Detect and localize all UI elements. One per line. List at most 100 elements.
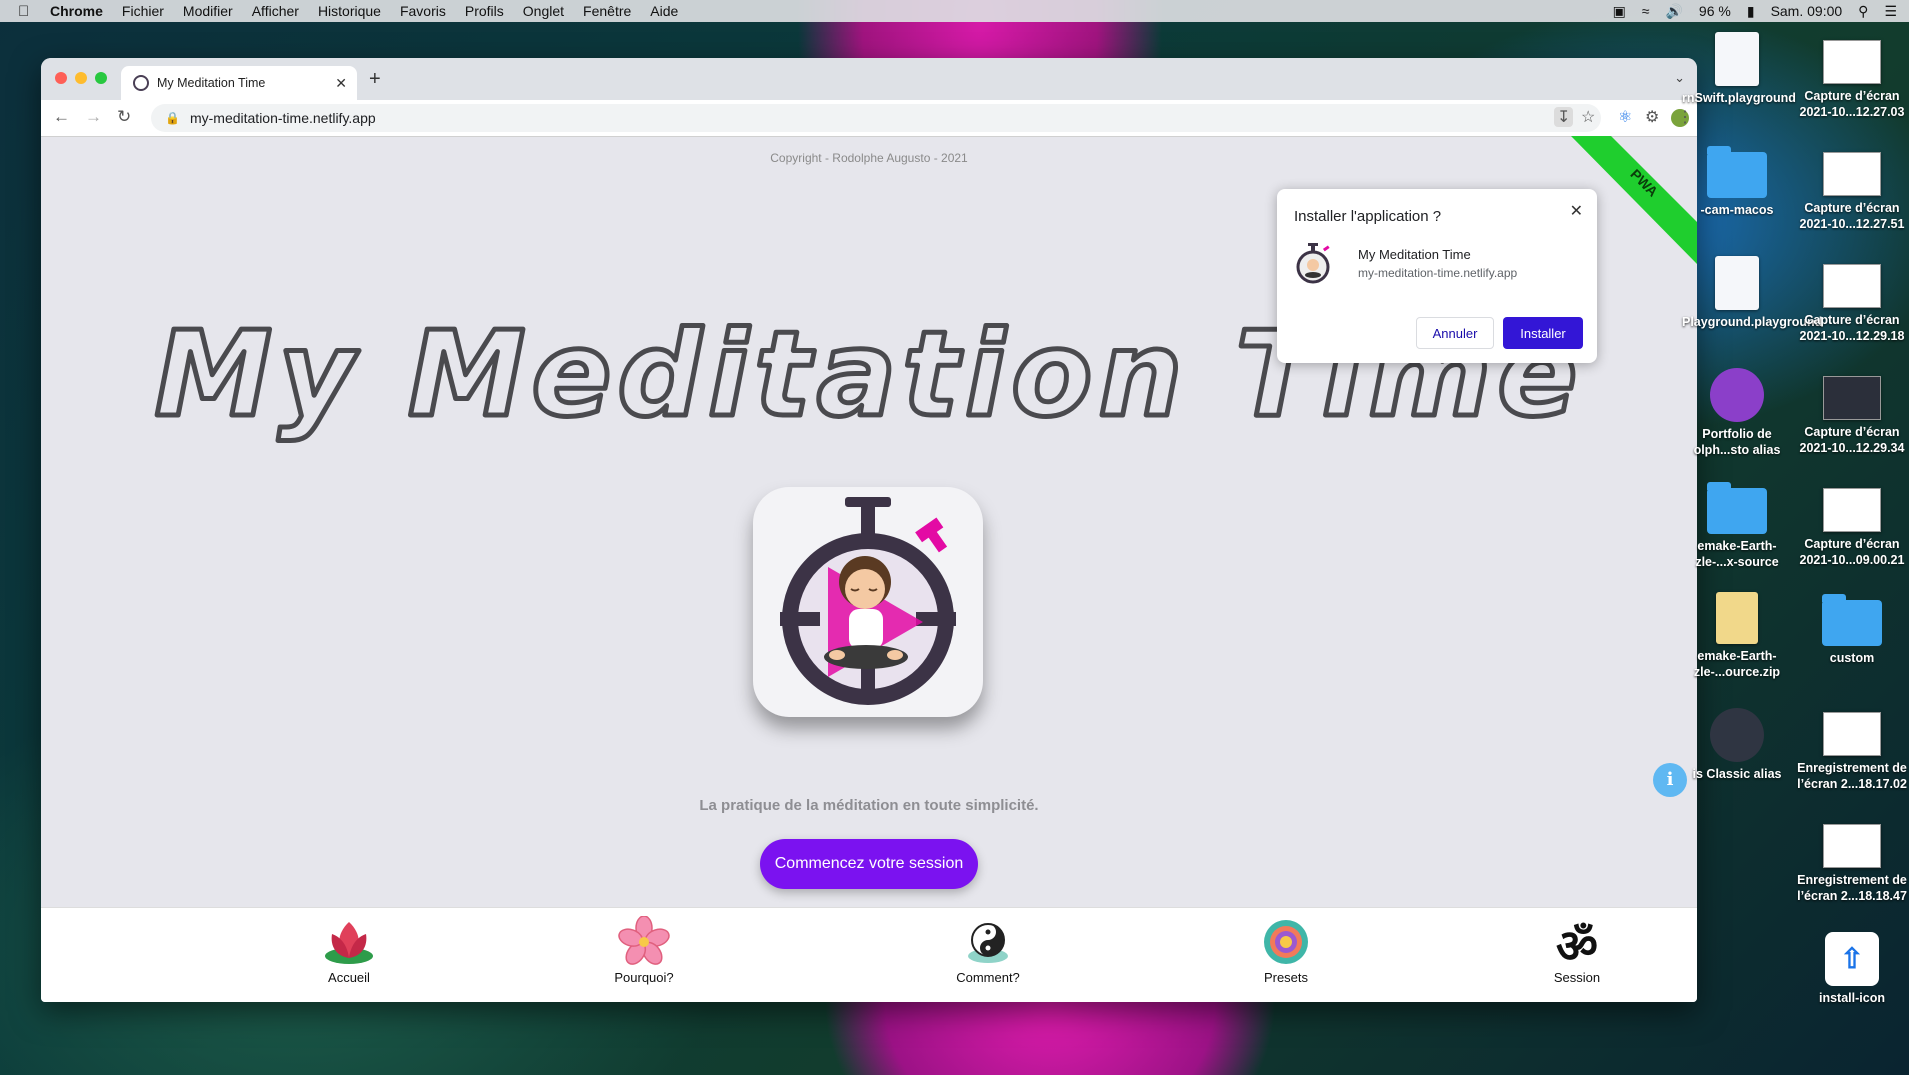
desktop-item-label: Capture d’écran 2021-10...12.27.03 — [1799, 89, 1905, 119]
tab-title: My Meditation Time — [157, 76, 266, 90]
desktop-item[interactable]: rnSwift.playground — [1682, 32, 1796, 106]
address-bar[interactable]: 🔒 my-meditation-time.netlify.app — [151, 104, 1601, 132]
menu-item-historique[interactable]: Historique — [318, 3, 381, 19]
menu-item-onglet[interactable]: Onglet — [523, 3, 564, 19]
window-controls — [55, 72, 107, 84]
bottom-navigation: Accueil Pourquoi? Comment? Presets ॐ Ses… — [41, 907, 1697, 1002]
lock-icon[interactable]: 🔒 — [165, 111, 180, 125]
favicon-icon — [133, 75, 149, 91]
desktop-item-label: Capture d’écran 2021-10...12.29.34 — [1799, 425, 1905, 455]
tab-close-icon[interactable]: ✕ — [335, 75, 347, 92]
reload-button[interactable]: ↻ — [117, 107, 131, 127]
start-session-button[interactable]: Commencez votre session — [760, 839, 978, 889]
menu-item-modifier[interactable]: Modifier — [183, 3, 233, 19]
zoom-window-button[interactable] — [95, 72, 107, 84]
browser-toolbar: ← → ↻ 🔒 my-meditation-time.netlify.app ↧… — [41, 100, 1697, 137]
desktop-item-label: Portfolio de olph...sto alias — [1693, 427, 1781, 457]
screenshot-thumbnail-icon — [1823, 264, 1881, 308]
nav-presets[interactable]: Presets — [1226, 916, 1346, 985]
share-icon: ⇧ — [1825, 932, 1879, 986]
extension-react-icon[interactable]: ⚛ — [1618, 107, 1632, 127]
desktop-item[interactable]: Enregistrement de l’écran 2...18.18.47 — [1796, 824, 1908, 904]
desktop-item-label: -cam-macos — [1700, 203, 1774, 217]
minimize-window-button[interactable] — [75, 72, 87, 84]
browser-window: My Meditation Time ✕ + ⌄ ← → ↻ 🔒 my-medi… — [41, 58, 1697, 1002]
nav-why[interactable]: Pourquoi? — [584, 916, 704, 985]
nav-session[interactable]: ॐ Session — [1517, 916, 1637, 985]
menu-item-profils[interactable]: Profils — [465, 3, 504, 19]
lotus-icon — [325, 922, 373, 964]
menubar-clock[interactable]: Sam. 09:00 — [1771, 3, 1843, 19]
mandala-icon — [1264, 920, 1308, 964]
volume-icon[interactable]: 🔊 — [1665, 3, 1682, 20]
nav-home-label: Accueil — [328, 970, 370, 985]
desktop-item-label: custom — [1829, 651, 1875, 665]
control-center-icon[interactable]: ☰ — [1884, 3, 1897, 20]
nav-home[interactable]: Accueil — [289, 916, 409, 985]
desktop-item[interactable]: Enregistrement de l’écran 2...18.17.02 — [1796, 712, 1908, 792]
desktop-item[interactable]: custom — [1796, 594, 1908, 666]
desktop-item-label: is Classic alias — [1692, 767, 1782, 781]
extensions-puzzle-icon[interactable]: ⚙ — [1645, 107, 1659, 127]
nav-how[interactable]: Comment? — [928, 916, 1048, 985]
menu-item-fenetre[interactable]: Fenêtre — [583, 3, 631, 19]
menu-app-name[interactable]: Chrome — [50, 3, 103, 19]
nav-how-label: Comment? — [956, 970, 1020, 985]
address-url: my-meditation-time.netlify.app — [189, 110, 376, 126]
install-button[interactable]: Installer — [1503, 317, 1583, 349]
cancel-button[interactable]: Annuler — [1416, 317, 1494, 349]
tab-active[interactable]: My Meditation Time ✕ — [121, 66, 357, 100]
desktop-item[interactable]: Portfolio de olph...sto alias — [1682, 368, 1792, 458]
desktop-item[interactable]: Capture d’écran 2021-10...12.29.34 — [1796, 376, 1908, 456]
chrome-menu-dots-icon[interactable]: ⋮ — [1677, 107, 1693, 127]
swift-playground-icon — [1715, 32, 1759, 86]
desktop-item-label: Enregistrement de l’écran 2...18.18.47 — [1797, 873, 1907, 903]
desktop-item[interactable]: Capture d’écran 2021-10...12.29.18 — [1796, 264, 1908, 344]
keyboard-icon[interactable]: ▣ — [1613, 3, 1626, 20]
desktop-item[interactable]: -cam-macos — [1682, 146, 1792, 218]
menu-item-afficher[interactable]: Afficher — [252, 3, 299, 19]
meditation-timer-icon — [780, 497, 956, 705]
desktop-item-label: emake-Earth-zle-...ource.zip — [1693, 649, 1781, 679]
flower-icon — [618, 916, 670, 965]
apple-icon[interactable]:  — [18, 3, 36, 20]
menu-item-favoris[interactable]: Favoris — [400, 3, 446, 19]
dialog-app-url: my-meditation-time.netlify.app — [1358, 266, 1518, 280]
desktop-item[interactable]: Capture d’écran 2021-10...09.00.21 — [1796, 488, 1908, 568]
close-window-button[interactable] — [55, 72, 67, 84]
battery-icon: ▮ — [1746, 2, 1755, 19]
desktop-item[interactable]: Capture d’écran 2021-10...12.27.51 — [1796, 152, 1908, 232]
wifi-icon[interactable]: ≈ — [1642, 3, 1650, 19]
close-dialog-icon[interactable]: ✕ — [1570, 201, 1583, 221]
battery-percent[interactable]: 96 % — [1699, 3, 1731, 19]
screenshot-thumbnail-icon — [1823, 152, 1881, 196]
back-button[interactable]: ← — [53, 107, 70, 127]
desktop-item[interactable]: emake-Earth-zle-...ource.zip — [1682, 592, 1792, 680]
nav-presets-label: Presets — [1263, 970, 1309, 985]
nav-session-label: Session — [1553, 970, 1601, 985]
menu-item-aide[interactable]: Aide — [650, 3, 678, 19]
desktop-item-label: rnSwift.playground — [1682, 91, 1796, 105]
app-small-icon — [1296, 243, 1330, 284]
tab-bar: My Meditation Time ✕ + ⌄ — [41, 58, 1697, 100]
forward-button[interactable]: → — [85, 107, 102, 127]
folder-icon — [1707, 482, 1767, 534]
desktop-item[interactable]: emake-Earth-zle-...x-source — [1682, 482, 1792, 570]
desktop-item-label: install-icon — [1819, 991, 1885, 1005]
desktop-item-label: Enregistrement de l’écran 2...18.17.02 — [1797, 761, 1907, 791]
yin-yang-icon — [968, 923, 1008, 963]
screenshot-thumbnail-icon — [1823, 40, 1881, 84]
nav-why-label: Pourquoi? — [614, 970, 674, 985]
dialog-app-name: My Meditation Time — [1358, 247, 1471, 262]
desktop-item[interactable]: ⇧ install-icon — [1796, 932, 1908, 1006]
desktop-item[interactable]: Playground.playground — [1682, 256, 1822, 330]
desktop-item-label: Capture d’écran 2021-10...09.00.21 — [1799, 537, 1905, 567]
install-app-icon[interactable]: ↧ — [1554, 107, 1574, 127]
bookmark-star-icon[interactable]: ☆ — [1581, 107, 1595, 127]
install-app-dialog: Installer l'application ? ✕ My Meditatio… — [1277, 189, 1597, 363]
desktop-item[interactable]: Capture d’écran 2021-10...12.27.03 — [1796, 40, 1908, 120]
new-tab-button[interactable]: + — [369, 68, 381, 91]
spotlight-icon[interactable]: ⚲ — [1858, 3, 1868, 20]
desktop-item[interactable]: is Classic alias — [1682, 708, 1792, 782]
menu-item-fichier[interactable]: Fichier — [122, 3, 164, 19]
